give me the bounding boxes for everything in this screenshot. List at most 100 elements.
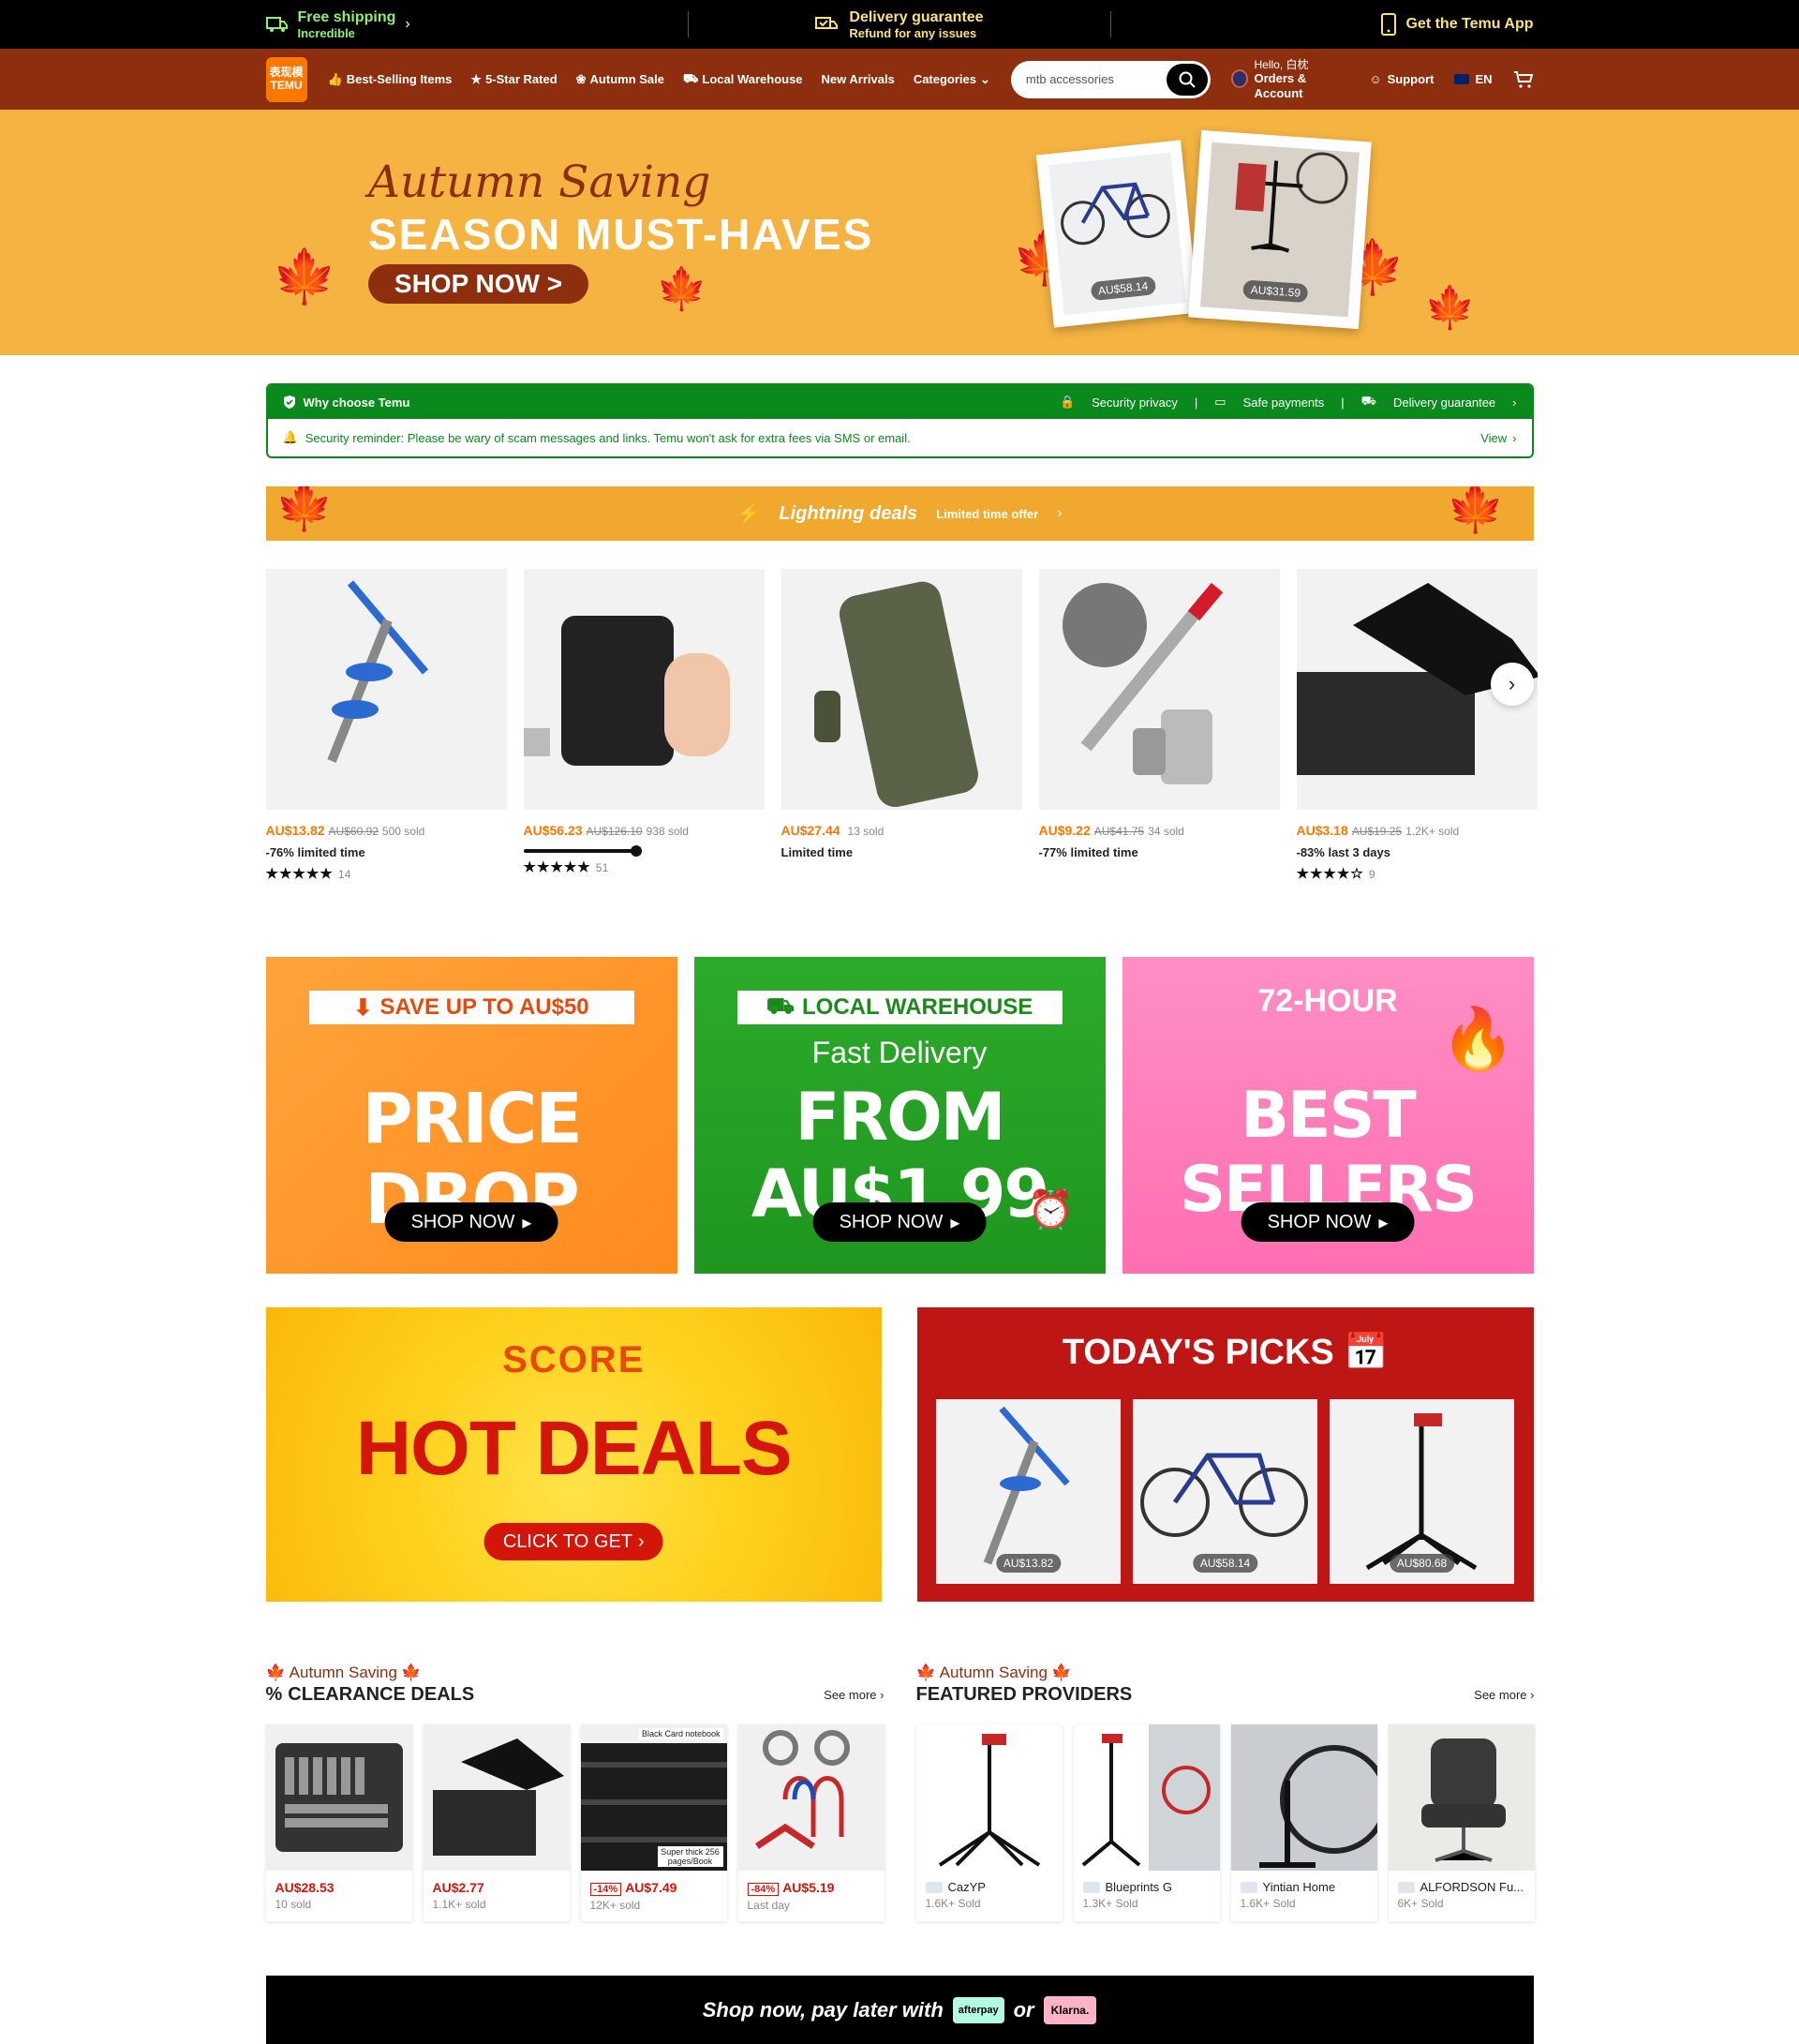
maple-leaf-icon: 🍁 xyxy=(1424,285,1476,331)
maple-leaf-icon: 🍁 xyxy=(1050,1664,1072,1681)
maple-leaf-icon: 🍁 xyxy=(656,266,707,312)
chevron-right-icon: › xyxy=(880,1688,885,1702)
best-sellers-shop-button[interactable]: SHOP NOW ▸ xyxy=(1241,1202,1415,1242)
stars: ★★★★★ xyxy=(265,866,334,882)
view-reminder-link[interactable]: View › xyxy=(1480,431,1516,445)
provider-card[interactable]: CazYP 1.6K+ Sold xyxy=(915,1724,1063,1921)
product-image xyxy=(265,569,507,810)
clearance-deals-section: 🍁 Autumn Saving 🍁 % CLEARANCE DEALS See mor… xyxy=(265,1664,885,1921)
search-input[interactable] xyxy=(1025,72,1167,86)
product-image: Black Card notebook Super thick 256 page… xyxy=(580,1724,727,1871)
nav-best-selling[interactable]: 👍 Best-Selling Items xyxy=(328,72,453,87)
deal-price: AU$56.23 xyxy=(523,823,583,838)
provider-card[interactable]: ALFORDSON Fu... 6K+ Sold xyxy=(1388,1724,1535,1921)
lightning-deals-header[interactable]: 🍁 🍁 ⚡ Lightning deals Limited time offer… xyxy=(265,486,1534,541)
chevron-right-icon: › xyxy=(1530,1688,1535,1702)
deal-sold: 938 sold xyxy=(646,825,689,838)
clearance-card[interactable]: Black Card notebook Super thick 256 page… xyxy=(580,1724,727,1921)
percent-badge-icon: % xyxy=(265,1684,283,1705)
deal-card[interactable]: AU$56.23 AU$126.10 938 sold ★★★★★ 51 xyxy=(523,569,765,882)
best-sellers-tile[interactable]: 72-HOUR BEST SELLERS SHOP NOW ▸ 🔥 xyxy=(1122,957,1534,1274)
nav-new-arrivals[interactable]: New Arrivals xyxy=(822,72,895,86)
deal-card[interactable]: AU$27.44 13 sold Limited time xyxy=(781,569,1022,882)
pick-item[interactable]: AU$58.14 xyxy=(1133,1399,1317,1584)
support-link[interactable]: ☺ Support xyxy=(1369,72,1434,86)
search-bar xyxy=(1010,60,1211,98)
language-selector[interactable]: EN xyxy=(1454,72,1493,86)
deal-card[interactable]: AU$9.22 AU$41.75 34 sold -77% limited time xyxy=(1038,569,1280,882)
price-drop-shop-button[interactable]: SHOP NOW ▸ xyxy=(384,1202,558,1242)
lightning-deals-carousel: AU$13.82 AU$60.92 500 sold -76% limited ti… xyxy=(265,569,1538,882)
product-image xyxy=(423,1724,570,1871)
local-warehouse-tile[interactable]: ⛟ LOCAL WAREHOUSE Fast Delivery FROM AU$1… xyxy=(693,957,1106,1274)
click-to-get-button[interactable]: CLICK TO GET › xyxy=(483,1523,663,1560)
main-nav: 表现模 TEMU 👍 Best-Selling Items ★ 5-Star Rat… xyxy=(0,49,1799,110)
chevron-right-icon: › xyxy=(1508,672,1516,695)
safe-payments-label: Safe payments xyxy=(1242,395,1325,410)
cart-button[interactable] xyxy=(1513,70,1534,89)
autumn-hero-banner[interactable]: 🍁 🍁 🍁 🍁 🍁 Autumn Saving SEASON MUST-HAVE… xyxy=(0,110,1799,355)
nav-categories[interactable]: Categories ⌄ xyxy=(914,72,990,87)
account-menu[interactable]: Hello, 白枕 Orders & Account xyxy=(1230,57,1348,101)
deal-card[interactable]: AU$13.82 AU$60.92 500 sold -76% limited ti… xyxy=(265,569,507,882)
deal-sold: 1.2K+ sold xyxy=(1405,825,1460,838)
clearance-sub-label: Autumn Saving xyxy=(289,1664,397,1681)
get-app-link[interactable]: Get the Temu App xyxy=(1111,13,1533,36)
provider-card[interactable]: Yintian Home 1.6K+ Sold xyxy=(1230,1724,1377,1921)
see-more-label: See more xyxy=(824,1688,877,1702)
hello-text: Hello, 白枕 xyxy=(1254,57,1309,71)
bike-stand-icon xyxy=(1235,152,1348,253)
todays-picks[interactable]: TODAY'S PICKS 📅 AU$13.82 AU$58.14 AU$80.… xyxy=(917,1307,1534,1602)
pick-item[interactable]: AU$13.82 xyxy=(936,1399,1121,1584)
clearance-see-more[interactable]: See more › xyxy=(824,1688,884,1702)
deal-card[interactable]: AU$3.18 AU$19.25 1.2K+ sold -83% last 3 da… xyxy=(1296,569,1538,882)
nav-5-star[interactable]: ★ 5-Star Rated xyxy=(470,72,557,87)
chevron-right-icon: › xyxy=(638,1530,645,1552)
delivery-guarantee-banner[interactable]: Delivery guarantee Refund for any issues xyxy=(689,9,1110,40)
stars: ★★★★☆ xyxy=(1296,866,1364,882)
clearance-card[interactable]: -84% AU$5.19 Last day xyxy=(737,1724,885,1921)
provider-card[interactable]: Blueprints G 1.3K+ Sold xyxy=(1073,1724,1220,1921)
price-drop-tile[interactable]: ⬇ SAVE UP TO AU$50 PRICE DROP SHOP NOW ▸ xyxy=(265,957,677,1274)
local-warehouse-shop-button[interactable]: SHOP NOW ▸ xyxy=(812,1202,987,1242)
search-button[interactable] xyxy=(1166,63,1208,96)
or-text: or xyxy=(1013,1998,1034,2022)
providers-see-more[interactable]: See more › xyxy=(1474,1688,1534,1702)
get-app-label: Get the Temu App xyxy=(1405,16,1534,32)
hero-shop-now-button[interactable]: SHOP NOW > xyxy=(368,264,588,304)
nav-local-warehouse[interactable]: ⛟ Local Warehouse xyxy=(683,71,803,88)
truck-icon xyxy=(265,15,289,34)
support-label: Support xyxy=(1387,72,1435,86)
hero-product-bike[interactable]: AU$58.14 xyxy=(1035,140,1199,328)
clearance-card[interactable]: AU$28.53 10 sold xyxy=(265,1724,412,1921)
clearance-card[interactable]: AU$2.77 1.1K+ sold xyxy=(423,1724,570,1921)
logo-line2: TEMU xyxy=(270,78,303,92)
nav-local-warehouse-label: Local Warehouse xyxy=(702,72,803,86)
logo-line1: 表现模 xyxy=(269,66,304,80)
hero-subtitle: SEASON MUST-HAVES xyxy=(368,210,874,259)
free-shipping-banner[interactable]: Free shipping Incredible › xyxy=(265,9,688,40)
star-badge-icon: ★ xyxy=(470,71,483,86)
cart-icon xyxy=(1513,70,1533,88)
hero-product-stand[interactable]: AU$31.59 xyxy=(1188,129,1372,330)
deal-price: AU$27.44 xyxy=(781,823,840,838)
carousel-next-button[interactable]: › xyxy=(1490,663,1534,706)
why-choose-bar[interactable]: Why choose Temu 🔒 Security privacy | ▭ S… xyxy=(267,385,1532,419)
pick-price: AU$80.68 xyxy=(1389,1554,1455,1573)
product-image xyxy=(781,569,1022,810)
deal-tag: -83% last 3 days xyxy=(1296,845,1390,859)
temu-logo[interactable]: 表现模 TEMU xyxy=(265,56,307,102)
leaf-icon: ❀ xyxy=(575,71,587,86)
providers-title: FEATURED PROVIDERS xyxy=(915,1684,1133,1705)
pick-item[interactable]: AU$80.68 xyxy=(1330,1399,1514,1584)
chevron-right-icon: › xyxy=(1512,395,1517,410)
countdown-progress xyxy=(523,845,642,857)
divider: | xyxy=(1341,395,1345,410)
hot-deals-banner[interactable]: SCORE HOT DEALS CLICK TO GET › xyxy=(265,1307,882,1602)
lock-icon: 🔒 xyxy=(1059,395,1076,409)
shield-check-icon xyxy=(283,395,296,410)
pick-price: AU$13.82 xyxy=(995,1554,1062,1573)
nav-autumn-sale[interactable]: ❀ Autumn Sale xyxy=(576,72,664,87)
provider-logo xyxy=(925,1881,943,1893)
pay-later-banner[interactable]: Shop now, pay later with afterpay or Kla… xyxy=(265,1976,1534,2044)
